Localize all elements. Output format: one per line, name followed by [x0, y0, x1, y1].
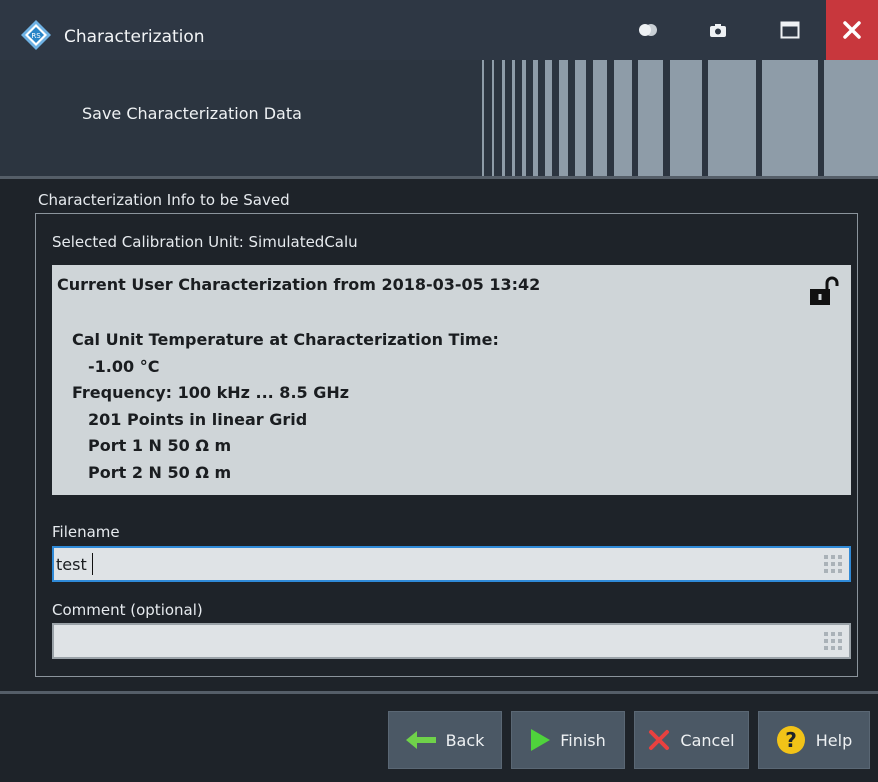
toggle-icon	[639, 24, 657, 36]
group-title: Characterization Info to be Saved	[38, 191, 290, 209]
header-divider	[0, 176, 878, 179]
wizard-step-title: Save Characterization Data	[82, 104, 302, 123]
footer-divider	[0, 691, 878, 694]
help-button[interactable]: ? Help	[758, 711, 870, 769]
filename-input[interactable]: test	[52, 546, 851, 582]
arrow-left-icon	[405, 731, 436, 749]
screenshot-button[interactable]	[700, 0, 736, 60]
rs-logo-icon: RS	[21, 20, 51, 50]
filename-value: test	[56, 555, 87, 574]
finish-button[interactable]: Finish	[511, 711, 625, 769]
keypad-icon[interactable]	[823, 554, 843, 574]
info-line-frequency: Frequency: 100 kHz ... 8.5 GHz	[72, 383, 350, 402]
characterization-dialog: RS Characterization Save Characterizatio…	[0, 0, 878, 782]
characterization-info-panel: Current User Characterization from 2018-…	[52, 265, 851, 495]
info-heading: Current User Characterization from 2018-…	[57, 275, 541, 294]
svg-text:?: ?	[785, 728, 797, 752]
close-icon	[843, 21, 861, 39]
comment-input[interactable]	[52, 623, 851, 659]
window-title: Characterization	[64, 27, 205, 47]
keypad-icon[interactable]	[823, 631, 843, 651]
info-line-port2: Port 2 N 50 Ω m	[88, 462, 232, 482]
close-button[interactable]	[826, 0, 878, 60]
info-details: Cal Unit Temperature at Characterization…	[72, 327, 499, 486]
cancel-x-icon	[649, 730, 670, 750]
maximize-button[interactable]	[772, 0, 808, 60]
info-line-temperature-label: Cal Unit Temperature at Characterization…	[72, 330, 499, 349]
wizard-header: Save Characterization Data	[0, 60, 878, 176]
back-button[interactable]: Back	[388, 711, 502, 769]
help-icon: ?	[776, 726, 805, 754]
info-line-temperature-value: -1.00 °C	[88, 356, 160, 376]
back-label: Back	[445, 730, 485, 750]
toggle-view-button[interactable]	[630, 0, 666, 60]
play-arrow-icon	[531, 729, 551, 751]
svg-text:RS: RS	[31, 32, 41, 40]
comment-label: Comment (optional)	[52, 601, 203, 619]
finish-label: Finish	[560, 730, 606, 750]
info-line-port1: Port 1 N 50 Ω m	[88, 436, 232, 455]
calibration-unit-label: Selected Calibration Unit: SimulatedCalu	[52, 233, 358, 251]
title-bar[interactable]: RS Characterization	[0, 0, 878, 60]
info-line-points: 201 Points in linear Grid	[88, 409, 308, 429]
cancel-label: Cancel	[680, 730, 735, 750]
wizard-progress-decoration	[480, 60, 878, 176]
maximize-icon	[780, 21, 800, 39]
text-caret	[92, 553, 93, 575]
cancel-button[interactable]: Cancel	[634, 711, 749, 769]
help-label: Help	[815, 730, 853, 750]
camera-icon	[710, 24, 726, 37]
filename-label: Filename	[52, 523, 120, 541]
unlocked-padlock-icon[interactable]	[807, 275, 839, 307]
